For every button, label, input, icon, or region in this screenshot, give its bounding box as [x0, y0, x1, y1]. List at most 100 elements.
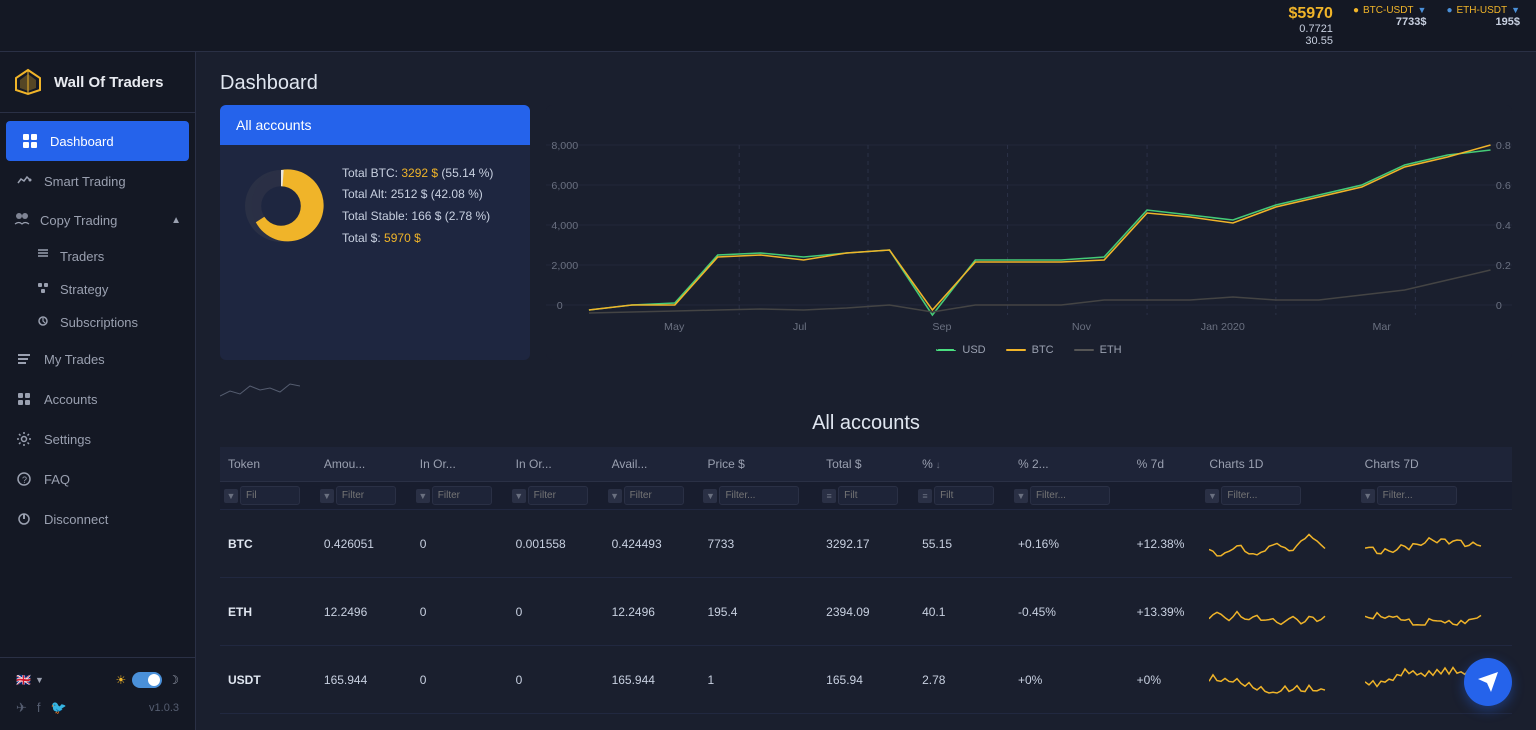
cell-available: 12.2496: [604, 578, 700, 646]
cell-price: 16.36: [699, 714, 818, 730]
disconnect-icon: [14, 509, 34, 529]
legend-usd: USD: [936, 344, 985, 356]
portfolio-card-body: Total BTC: 3292 $ (55.14 %) Total Alt: 2…: [220, 145, 530, 267]
cell-chart7d: [1357, 578, 1512, 646]
light-icon: ☀: [115, 673, 126, 687]
cell-inorder1: 0: [412, 578, 508, 646]
svg-text:8,000: 8,000: [551, 141, 578, 152]
filter-token-input[interactable]: [240, 486, 300, 505]
traders-icon: [36, 248, 50, 265]
filter-inorder1-input[interactable]: [432, 486, 492, 505]
sidebar-item-settings[interactable]: Settings: [0, 419, 195, 459]
lang-selector[interactable]: 🇬🇧 ▼: [16, 673, 44, 687]
col-pct7d: % 7d: [1129, 447, 1202, 482]
filter-chart7d-input[interactable]: [1377, 486, 1457, 505]
col-pct[interactable]: %: [914, 447, 1010, 482]
stat-stable: Total Stable: 166 $ (2.78 %): [342, 206, 493, 228]
cell-price: 7733: [699, 510, 818, 578]
filter-price-input[interactable]: [719, 486, 799, 505]
sidebar-bottom: 🇬🇧 ▼ ☀ ☽ ✈ f 🐦 v1.0.3: [0, 657, 195, 730]
svg-text:Jul: Jul: [793, 322, 807, 333]
stat-alt: Total Alt: 2512 $ (42.08 %): [342, 184, 493, 206]
dark-icon: ☽: [168, 673, 179, 687]
cell-total: 165.94: [818, 646, 914, 714]
btc-value: 7733$: [1396, 16, 1427, 28]
twitter-icon[interactable]: 🐦: [51, 700, 67, 716]
filter-total-input[interactable]: [838, 486, 898, 505]
page-title: Dashboard: [220, 72, 318, 94]
cell-pct: 40.1: [914, 578, 1010, 646]
eth-label: ● ETH-USDT ▼: [1446, 5, 1520, 16]
copy-trading-icon: [14, 211, 30, 230]
cell-inorder1: 0: [412, 714, 508, 730]
facebook-icon[interactable]: f: [37, 700, 41, 716]
sidebar-item-subscriptions[interactable]: Subscriptions: [0, 306, 195, 339]
flag-icon: 🇬🇧: [16, 673, 31, 687]
col-inorder1: In Or...: [412, 447, 508, 482]
cell-chart1d: [1201, 714, 1356, 730]
cell-pct7d: +0%: [1129, 646, 1202, 714]
filter-icon: ≡: [918, 489, 932, 503]
portfolio-card-header: All accounts: [220, 105, 530, 145]
sidebar-item-faq[interactable]: ? FAQ: [0, 459, 195, 499]
cell-pct2: +0.16%: [1010, 510, 1129, 578]
col-token: Token: [220, 447, 316, 482]
cell-total: 3292.17: [818, 510, 914, 578]
theme-toggle-thumb: [148, 674, 160, 686]
sidebar-item-disconnect[interactable]: Disconnect: [0, 499, 195, 539]
my-trades-icon: [14, 349, 34, 369]
cell-total: 61.96: [818, 714, 914, 730]
filter-icon: ▼: [224, 489, 238, 503]
sidebar-item-settings-label: Settings: [44, 432, 91, 447]
filter-icon: ▼: [512, 489, 526, 503]
total-value: $5970: [1288, 5, 1333, 23]
cell-token: BTC: [220, 510, 316, 578]
cell-available: 165.944: [604, 646, 700, 714]
sidebar-item-copy-trading[interactable]: Copy Trading ▲: [0, 201, 195, 240]
sidebar-item-traders[interactable]: Traders: [0, 240, 195, 273]
legend-eth: ETH: [1074, 344, 1122, 356]
cell-price: 195.4: [699, 578, 818, 646]
portfolio-card-title: All accounts: [236, 117, 311, 133]
accounts-table: Token Amou... In Or... In Or... Avail...…: [220, 447, 1512, 730]
sidebar-item-smart-trading[interactable]: Smart Trading: [0, 161, 195, 201]
telegram-icon[interactable]: ✈: [16, 700, 27, 716]
eth-price: ● ETH-USDT ▼ 195$: [1446, 5, 1520, 47]
sidebar: Wall Of Traders Dashboard Smart Trading: [0, 52, 196, 730]
col-price: Price $: [699, 447, 818, 482]
table-row: BTC 0.426051 0 0.001558 0.424493 7733 32…: [220, 510, 1512, 578]
main-content: Dashboard All accounts: [196, 52, 1536, 730]
subscriptions-icon: [36, 314, 50, 331]
sidebar-item-dashboard-label: Dashboard: [50, 134, 114, 149]
filter-token: ▼: [220, 482, 316, 510]
cell-chart7d: [1357, 510, 1512, 578]
theme-toggle[interactable]: ☀ ☽: [115, 672, 179, 688]
cell-available: 3.78794: [604, 714, 700, 730]
theme-toggle-track[interactable]: [132, 672, 162, 688]
filter-pct-input[interactable]: [934, 486, 994, 505]
filter-price: ▼: [699, 482, 818, 510]
filter-inorder2-input[interactable]: [528, 486, 588, 505]
cell-pct: 2.78: [914, 646, 1010, 714]
cell-pct7d: +12.38%: [1129, 510, 1202, 578]
filter-chart1d-input[interactable]: [1221, 486, 1301, 505]
filter-icon: ▼: [703, 489, 717, 503]
sidebar-item-strategy[interactable]: Strategy: [0, 273, 195, 306]
cell-available: 0.424493: [604, 510, 700, 578]
sidebar-item-dashboard[interactable]: Dashboard: [6, 121, 189, 161]
filter-amount-input[interactable]: [336, 486, 396, 505]
sidebar-item-faq-label: FAQ: [44, 472, 70, 487]
table-row: BNB 3.78794 0 0 3.78794 16.36 61.96 1.04…: [220, 714, 1512, 730]
chat-fab[interactable]: [1464, 658, 1512, 706]
faq-icon: ?: [14, 469, 34, 489]
col-amount: Amou...: [316, 447, 412, 482]
cell-inorder2: 0: [508, 578, 604, 646]
mini-chart-placeholder: [220, 376, 300, 401]
total-portfolio: $5970 0.7721 30.55: [1288, 5, 1333, 47]
filter-pct2-input[interactable]: [1030, 486, 1110, 505]
chart-svg: 8,000 6,000 4,000 2,000 0 May Jul Sep No…: [546, 105, 1512, 335]
sidebar-item-accounts[interactable]: Accounts: [0, 379, 195, 419]
dashboard-icon: [20, 131, 40, 151]
filter-avail-input[interactable]: [624, 486, 684, 505]
sidebar-item-my-trades[interactable]: My Trades: [0, 339, 195, 379]
